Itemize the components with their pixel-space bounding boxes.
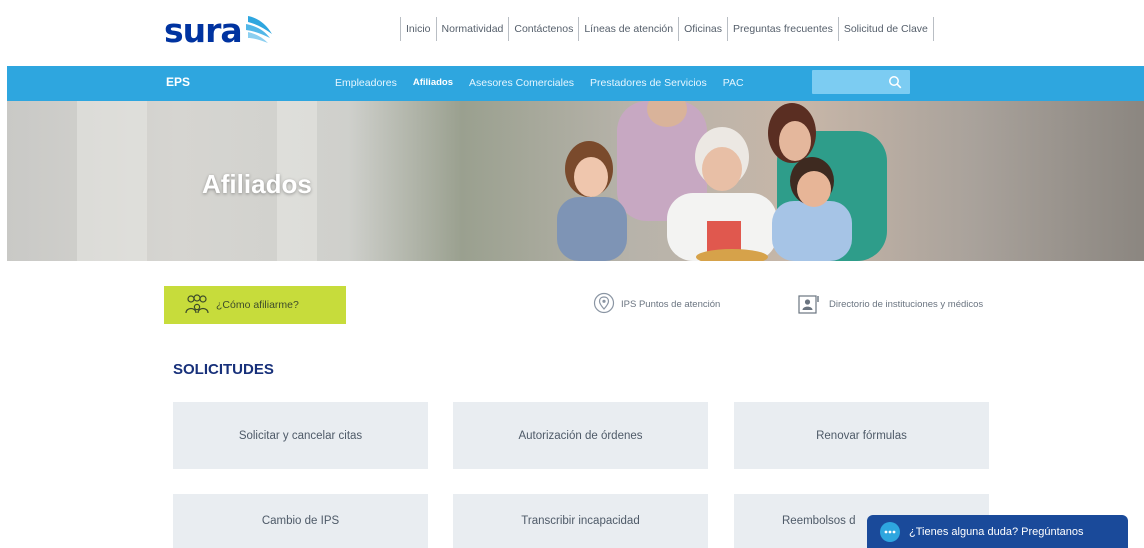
hero-window-decoration [77,101,147,261]
chat-bubble-icon [880,521,900,542]
search-box [812,70,910,94]
hero-title: Afiliados [202,169,312,199]
top-nav-preguntas-frecuentes[interactable]: Preguntas frecuentes [727,17,838,41]
section-label-eps[interactable]: EPS [166,66,190,99]
como-afiliarme-label: ¿Cómo afiliarme? [216,299,299,311]
hero-family-image [557,101,887,261]
solicitudes-heading: SOLICITUDES [173,361,274,378]
directorio-link[interactable]: Directorio de instituciones y médicos [797,293,983,315]
card-renovar-formulas[interactable]: Renovar fórmulas [734,402,989,469]
chat-widget-button[interactable]: ¿Tienes alguna duda? Pregúntanos [867,515,1128,548]
main-nav-afiliados[interactable]: Afiliados [413,77,453,88]
main-nav-bar: EPS Empleadores Afiliados Asesores Comer… [7,66,1144,101]
top-nav-solicitud-de-clave[interactable]: Solicitud de Clave [837,17,934,41]
main-nav-asesores-comerciales[interactable]: Asesores Comerciales [469,77,574,89]
main-nav-prestadores-de-servicios[interactable]: Prestadores de Servicios [590,77,707,89]
directorio-label: Directorio de instituciones y médicos [829,298,984,310]
top-nav: Inicio Normatividad Contáctenos Líneas d… [400,17,934,41]
main-nav-pac[interactable]: PAC [723,77,744,89]
chat-label: ¿Tienes alguna duda? Pregúntanos [909,525,1084,538]
card-cambio-ips[interactable]: Cambio de IPS [173,494,428,548]
top-nav-contactenos[interactable]: Contáctenos [508,17,578,41]
logo-text: sura [164,10,243,50]
como-afiliarme-button[interactable]: ¿Cómo afiliarme? [164,286,346,324]
card-autorizacion-ordenes[interactable]: Autorización de órdenes [453,402,708,469]
main-nav-empleadores[interactable]: Empleadores [335,77,397,89]
card-transcribir-incapacidad[interactable]: Transcribir incapacidad [453,494,708,548]
hero-banner: Afiliados [7,101,1144,261]
top-nav-lineas-de-atencion[interactable]: Líneas de atención [578,17,678,41]
ips-puntos-link[interactable]: IPS Puntos de atención [593,292,720,316]
top-nav-inicio[interactable]: Inicio [400,17,436,41]
people-icon [185,294,209,314]
top-header: sura Inicio Normatividad Contáctenos Lín… [0,0,1144,66]
search-icon[interactable] [888,75,902,89]
top-nav-normatividad[interactable]: Normatividad [435,17,509,41]
sura-logo[interactable]: sura [164,10,276,50]
logo-wing-icon [245,16,272,43]
search-input[interactable] [812,70,886,94]
top-nav-oficinas[interactable]: Oficinas [678,17,727,41]
location-pin-icon [593,292,615,314]
directory-icon [798,295,819,314]
main-nav: Empleadores Afiliados Asesores Comercial… [335,66,760,99]
ips-puntos-label: IPS Puntos de atención [621,298,721,310]
card-solicitar-cancelar-citas[interactable]: Solicitar y cancelar citas [173,402,428,469]
